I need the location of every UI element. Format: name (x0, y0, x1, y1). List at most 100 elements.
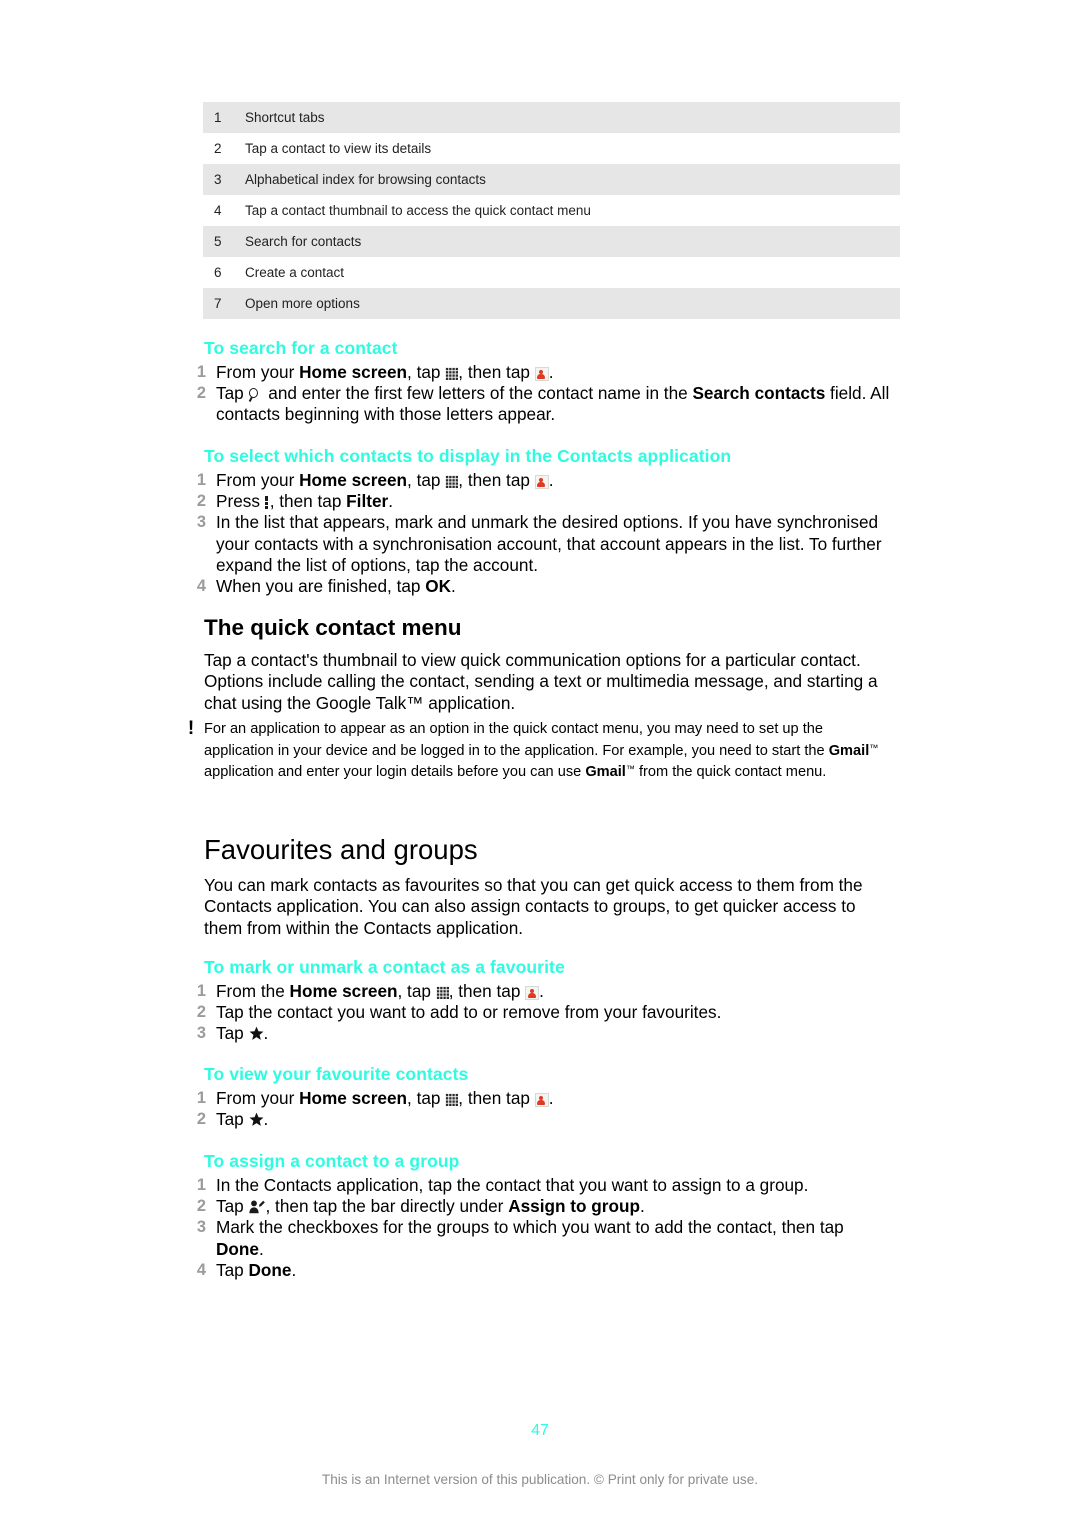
list-item: 1 From your Home screen, tap , then tap … (178, 362, 896, 383)
contacts-icon (534, 367, 549, 381)
step-number: 1 (196, 471, 206, 489)
exclamation-icon: ! (187, 718, 195, 739)
text-tap: , tap (407, 1088, 446, 1108)
list-item: 2 Tap , then tap the bar directly under … (178, 1196, 896, 1217)
star-icon (249, 1026, 264, 1041)
search-icon (249, 387, 264, 402)
heading-to-mark-or-unmark-a-contact-as-a-favourite: To mark or unmark a contact as a favouri… (204, 957, 565, 977)
text-home-screen: Home screen (299, 470, 408, 490)
step-number: 1 (196, 1089, 206, 1107)
step-text: In the list that appears, mark and unmar… (216, 512, 882, 575)
text-tap-word: Tap (216, 1196, 249, 1217)
page-number: 47 (531, 1422, 549, 1439)
list-item: 3 Mark the checkboxes for the groups to … (178, 1217, 896, 1259)
text-done-bold: Done (216, 1238, 259, 1259)
list-item: 2 Tap and enter the first few letters of… (178, 383, 896, 425)
table-row: 3 Alphabetical index for browsing contac… (203, 164, 900, 195)
step-text: Press , then tap Filter. (206, 491, 896, 512)
step-number: 1 (196, 982, 206, 1000)
app-grid-icon (435, 986, 449, 999)
legend-number: 1 (214, 110, 222, 125)
list-item: 3 In the list that appears, mark and unm… (178, 512, 896, 576)
step-text: Mark the checkboxes for the groups to wh… (206, 1217, 896, 1259)
text-tap-word: Tap (216, 1259, 249, 1280)
trademark-symbol: ™ (625, 763, 635, 774)
legend-number: 3 (214, 172, 222, 187)
text-from-your: From your (216, 362, 300, 382)
text-tap: , tap (407, 362, 446, 382)
step-text: Tap . (206, 1023, 896, 1044)
table-row: 6 Create a contact (203, 257, 900, 288)
list-item: 2 Tap the contact you want to add to or … (178, 1002, 896, 1023)
list-item: 3 Tap . (178, 1023, 896, 1044)
note-gmail-2: Gmail (585, 763, 626, 780)
list-item: 4 When you are finished, tap OK. (178, 576, 896, 597)
footer-copyright-note: This is an Internet version of this publ… (321, 1472, 759, 1487)
step-text: Tap . (206, 1109, 896, 1130)
text-ok-bold: OK (425, 576, 452, 597)
text-tap-word: Tap (216, 1109, 249, 1130)
steps-mark-or-unmark-favourite: 1 From the Home screen, tap , then tap .… (178, 981, 896, 1045)
edit-contact-icon (248, 1200, 266, 1214)
text-from-the: From the (216, 981, 290, 1001)
heading-to-search-for-a-contact: To search for a contact (204, 338, 398, 358)
step-number: 4 (196, 1260, 206, 1279)
text-then-tap-bar: , then tap the bar directly under (265, 1196, 509, 1217)
text-search-contacts-bold: Search contacts (692, 383, 826, 404)
table-row: 4 Tap a contact thumbnail to access the … (203, 195, 900, 226)
contacts-icon (525, 986, 540, 1000)
steps-view-favourite-contacts: 1 From your Home screen, tap , then tap … (178, 1088, 896, 1130)
step-text: From your Home screen, tap , then tap . (206, 362, 896, 383)
legend-number: 4 (214, 203, 222, 218)
table-row: 1 Shortcut tabs (203, 102, 900, 133)
list-item: 4 Tap Done. (178, 1260, 896, 1281)
heading-to-view-your-favourite-contacts: To view your favourite contacts (204, 1064, 469, 1084)
text-tap-word: Tap (216, 1023, 249, 1044)
step-number: 3 (196, 513, 206, 532)
text-then-tap: , then tap (458, 362, 535, 382)
text-then-tap: , then tap (458, 470, 535, 490)
list-item: 2 Press , then tap Filter. (178, 491, 896, 512)
document-page: 1 Shortcut tabs 2 Tap a contact to view … (0, 0, 1080, 1527)
step-text: Tap , then tap the bar directly under As… (206, 1196, 896, 1217)
list-item: 1 From your Home screen, tap , then tap … (178, 1088, 896, 1109)
list-item: 1 From your Home screen, tap , then tap … (178, 470, 896, 491)
text-period: . (388, 491, 393, 512)
text-tap: , tap (397, 981, 436, 1001)
step-text: Tap the contact you want to add to or re… (216, 1002, 722, 1023)
app-grid-icon (445, 367, 459, 380)
legend-number: 6 (214, 265, 222, 280)
menu-key-icon (264, 496, 270, 509)
step-number: 1 (196, 1176, 206, 1194)
trademark-symbol: ™ (869, 742, 879, 753)
contacts-icon (534, 1093, 549, 1107)
heading-to-assign-a-contact-to-a-group: To assign a contact to a group (204, 1151, 460, 1171)
table-row: 2 Tap a contact to view its details (203, 133, 900, 164)
star-icon (249, 1112, 264, 1127)
legend-description: Tap a contact to view its details (245, 141, 432, 156)
list-item: 1 From the Home screen, tap , then tap . (178, 981, 896, 1002)
step-number: 2 (196, 384, 206, 403)
step-number: 2 (196, 1197, 206, 1216)
text-search-instruction-a: and enter the first few letters of the c… (263, 383, 693, 404)
text-then-tap: , then tap (448, 981, 526, 1001)
text-mark-checkboxes: Mark the checkboxes for the groups to wh… (216, 1217, 844, 1238)
contacts-icon (534, 475, 549, 489)
step-number: 4 (196, 577, 206, 596)
note-text: For an application to appear as an optio… (204, 720, 896, 781)
text-tap: , tap (407, 470, 446, 490)
text-then-tap: , then tap (458, 1088, 535, 1108)
text-press: Press (216, 491, 265, 512)
heading-the-quick-contact-menu: The quick contact menu (204, 615, 462, 640)
heading-to-select-which-contacts-to-display: To select which contacts to display in t… (204, 446, 732, 466)
text-period: . (258, 1238, 264, 1259)
heading-favourites-and-groups: Favourites and groups (204, 834, 478, 865)
steps-search-for-a-contact: 1 From your Home screen, tap , then tap … (178, 362, 896, 426)
step-number: 3 (196, 1218, 206, 1237)
text-period: . (291, 1259, 297, 1280)
steps-assign-contact-to-group: 1 In the Contacts application, tap the c… (178, 1175, 896, 1281)
text-period: . (263, 1109, 269, 1130)
text-filter-bold: Filter (346, 491, 389, 512)
app-grid-icon (445, 1093, 459, 1106)
text-from-your: From your (216, 470, 300, 490)
